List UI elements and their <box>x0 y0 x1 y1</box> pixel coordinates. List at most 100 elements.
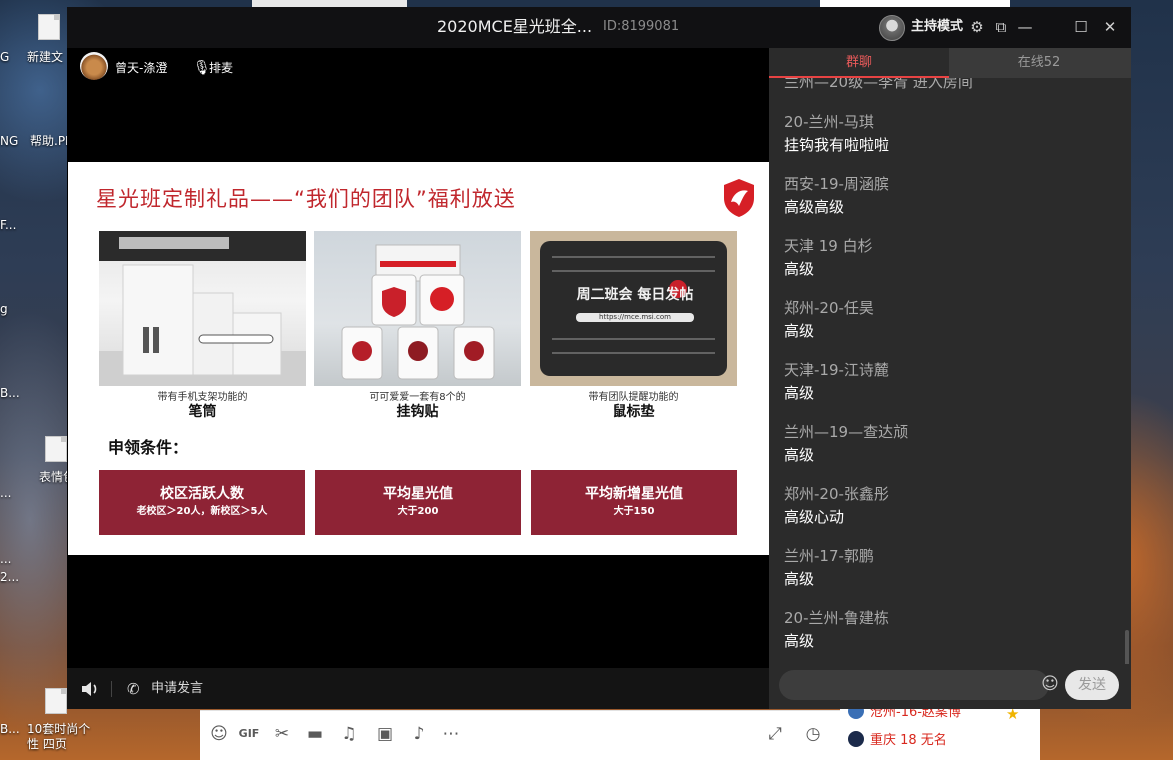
maximize-icon[interactable]: ☐ <box>1070 16 1092 38</box>
video-stage: 曾天-涤澄 🎙 排麦 星光班定制礼品——“我们的团队”福利放送 带有手机支架功能… <box>67 48 769 668</box>
item-name: 挂钩贴 <box>396 404 439 420</box>
avatar[interactable] <box>80 52 108 80</box>
presenter-name: 曾天-涤澄 <box>115 61 168 75</box>
apply-speak-button[interactable]: 申请发言 <box>151 681 203 697</box>
chat-input[interactable] <box>779 670 1049 700</box>
slide-title: 星光班定制礼品——“我们的团队”福利放送 <box>96 187 516 211</box>
chat-tabs: 群聊 在线52 <box>769 48 1131 78</box>
msi-shield-logo <box>724 179 754 217</box>
tab-online[interactable]: 在线52 <box>949 48 1129 78</box>
message-list[interactable]: 兰州—20级—李胥 进入房间 20-兰州-马琪 挂钩我有啦啦啦 西安-19-周涵… <box>769 78 1131 664</box>
message-sender[interactable]: 郑州-20-任昊 <box>784 298 874 318</box>
message-sender[interactable]: 20-兰州-鲁建栋 <box>784 608 889 628</box>
microphone-icon[interactable]: 🎙 <box>193 58 211 78</box>
list-item[interactable]: 重庆 18 无名 <box>848 730 947 752</box>
desktop-edge-label: ... <box>0 552 12 566</box>
desktop-edge-label: 2... <box>0 570 20 584</box>
desktop-edge-label: G <box>0 50 10 64</box>
avatar[interactable] <box>879 15 905 41</box>
image-icon[interactable]: ▣ <box>374 723 396 745</box>
message-sender[interactable]: 20-兰州-马琪 <box>784 112 874 132</box>
item-name: 鼠标垫 <box>612 404 655 420</box>
gif-icon[interactable]: GIF <box>238 723 260 745</box>
minimize-icon[interactable]: — <box>1014 16 1036 38</box>
message-sender[interactable]: 天津-19-江诗麓 <box>784 360 889 380</box>
file-icon[interactable] <box>38 14 60 40</box>
mouse-pad-url: https://mce.msi.com <box>599 313 671 321</box>
history-icon[interactable]: ◷ <box>802 723 824 745</box>
desktop-edge-label: B... <box>0 386 20 400</box>
phone-icon[interactable]: ✆ <box>127 680 145 698</box>
message-text: 高级 <box>784 632 815 650</box>
message-sender[interactable]: 兰州-17-郭鹏 <box>784 546 874 566</box>
condition-title: 校区活跃人数 <box>160 486 244 502</box>
title-bar[interactable]: 2020MCE星光班全... ID:8199081 主持模式 ⚙ ⧉ — ☐ ✕ <box>67 7 1131 48</box>
message-sender[interactable]: 天津 19 白杉 <box>784 236 873 256</box>
folder-icon[interactable]: ▬ <box>304 723 326 745</box>
chat-input-row: ☺ 发送 <box>769 664 1131 709</box>
background-window-edge <box>252 0 407 7</box>
emoji-icon[interactable]: ☺ <box>208 723 230 745</box>
message-text: 高级高级 <box>784 198 845 216</box>
condition-detail: 大于200 <box>397 506 439 517</box>
message-sender[interactable]: 兰州—19—查达颃 <box>784 422 908 442</box>
popout-icon[interactable]: ⧉ <box>990 16 1012 38</box>
item-description: 带有团队提醒功能的 <box>588 392 679 403</box>
tab-group-chat[interactable]: 群聊 <box>769 48 949 78</box>
item-name: 笔筒 <box>188 404 217 420</box>
desktop-edge-label: F... <box>0 218 17 232</box>
mouse-pad-text: 周二班会 每日发帖 <box>576 287 694 303</box>
condition-box: 平均星光值 大于200 <box>315 470 521 535</box>
conditions-heading: 申领条件： <box>108 438 189 457</box>
bell-icon[interactable]: ♪ <box>408 723 430 745</box>
divider <box>111 681 112 697</box>
condition-detail: 老校区＞20人，新校区＞5人 <box>136 506 268 517</box>
presentation-slide: 星光班定制礼品——“我们的团队”福利放送 带有手机支架功能的 笔筒 可可爱爱一套… <box>68 162 769 555</box>
desktop-icon-label[interactable]: 10套时尚个性 四页 <box>27 722 95 752</box>
hooks-photo <box>314 231 521 386</box>
condition-title: 平均新增星光值 <box>585 486 683 502</box>
desktop-icon-label[interactable]: 帮助.PI <box>30 134 69 149</box>
desktop-edge-label: ... <box>0 486 12 500</box>
file-icon[interactable] <box>45 436 67 462</box>
condition-detail: 大于150 <box>613 506 655 517</box>
close-icon[interactable]: ✕ <box>1099 16 1121 38</box>
background-window-edge <box>820 0 1010 7</box>
send-button[interactable]: 发送 <box>1065 670 1119 700</box>
live-room-window: 2020MCE星光班全... ID:8199081 主持模式 ⚙ ⧉ — ☐ ✕… <box>67 7 1131 709</box>
host-mode-label[interactable]: 主持模式 <box>911 19 963 35</box>
message-text: 挂钩我有啦啦啦 <box>784 136 890 154</box>
message-text: 高级 <box>784 322 815 340</box>
file-icon[interactable] <box>45 688 67 714</box>
chat-panel: 群聊 在线52 兰州—20级—李胥 进入房间 20-兰州-马琪 挂钩我有啦啦啦 … <box>769 48 1131 709</box>
desktop-icon-label[interactable]: 新建文 <box>27 50 63 65</box>
condition-box: 平均新增星光值 大于150 <box>531 470 737 535</box>
item-description: 可可爱爱一套有8个的 <box>369 392 466 403</box>
chat-scrollbar[interactable] <box>1125 630 1129 664</box>
pen-holder-photo <box>99 231 306 386</box>
stage-control-bar: ✆ 申请发言 <box>67 668 769 709</box>
message-sender[interactable]: 西安-19-周涵膑 <box>784 174 889 194</box>
mouse-pad-image <box>540 241 727 376</box>
speaker-icon[interactable] <box>79 678 101 700</box>
emoji-icon[interactable]: ☺ <box>1040 674 1060 694</box>
condition-title: 平均星光值 <box>383 486 453 502</box>
expand-icon[interactable]: ⤢ <box>764 723 786 745</box>
desktop-edge-label: B... <box>0 722 20 736</box>
room-id: ID:8199081 <box>603 19 680 34</box>
condition-box: 校区活跃人数 老校区＞20人，新校区＞5人 <box>99 470 305 535</box>
message-sender[interactable]: 郑州-20-张鑫彤 <box>784 484 889 504</box>
settings-icon[interactable]: ⚙ <box>966 16 988 38</box>
background-member-list: 沧州-16-赵案博 重庆 18 无名 ★ <box>840 700 1040 760</box>
window-title: 2020MCE星光班全... <box>437 17 593 36</box>
message-text: 高级 <box>784 446 815 464</box>
item-description: 带有手机支架功能的 <box>157 392 248 403</box>
desktop-edge-label: g <box>0 302 8 316</box>
mic-queue-button[interactable]: 排麦 <box>209 60 233 76</box>
scissors-icon[interactable]: ✂ <box>271 723 293 745</box>
more-icon[interactable]: ⋯ <box>440 723 462 745</box>
avatar <box>848 731 864 747</box>
music-icon[interactable]: ♫ <box>338 723 360 745</box>
list-item-name: 重庆 18 无名 <box>870 733 947 748</box>
hooks-image <box>341 244 495 380</box>
